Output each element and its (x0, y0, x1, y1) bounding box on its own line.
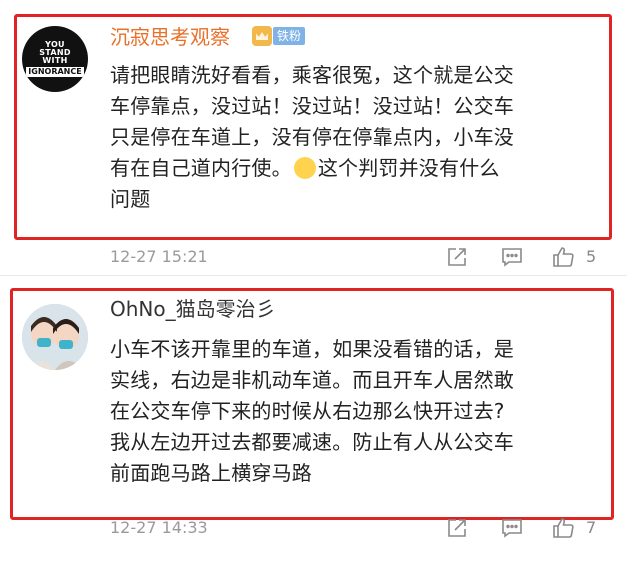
comment-item: OhNo_猫岛零治彡 小车不该开靠里的车道，如果没看错的话，是 实线，右边是非机… (0, 282, 627, 567)
fan-badge-label: 铁粉 (273, 27, 306, 45)
like-count: 5 (586, 247, 597, 266)
share-icon[interactable] (445, 245, 469, 269)
comment-icon[interactable] (500, 245, 524, 269)
avatar[interactable]: YOU STAND WITH IGNORANCE (22, 26, 88, 92)
shrug-emoji-icon (293, 157, 316, 179)
fan-badge[interactable]: 铁粉 (252, 26, 306, 46)
avatar-logo: YOU STAND WITH IGNORANCE (26, 40, 84, 77)
comment-text: 小车不该开靠里的车道，如果没看错的话，是 实线，右边是非机动车道。而且开车人居然… (110, 337, 514, 485)
username[interactable]: OhNo_猫岛零治彡 (110, 296, 276, 322)
divider (0, 275, 627, 276)
thumbs-up-icon[interactable] (552, 516, 576, 540)
timestamp: 12-27 14:33 (110, 518, 208, 537)
like-count: 7 (586, 518, 597, 537)
comment-footer: 12-27 15:21 5 (110, 243, 610, 271)
thumbs-up-icon[interactable] (552, 245, 576, 269)
crown-icon (252, 26, 272, 46)
comment-footer: 12-27 14:33 7 (110, 514, 610, 542)
username[interactable]: 沉寂思考观察 (110, 24, 230, 50)
comment-icon[interactable] (500, 516, 524, 540)
share-icon[interactable] (445, 516, 469, 540)
comment-item: YOU STAND WITH IGNORANCE 沉寂思考观察 铁粉 请把眼睛洗… (0, 0, 627, 275)
timestamp: 12-27 15:21 (110, 247, 208, 266)
avatar-photo (22, 304, 88, 370)
avatar[interactable] (22, 304, 88, 370)
comment-text: 请把眼睛洗好看看，乘客很冤，这个就是公交 车停靠点，没过站！没过站！没过站！公交… (110, 63, 514, 211)
